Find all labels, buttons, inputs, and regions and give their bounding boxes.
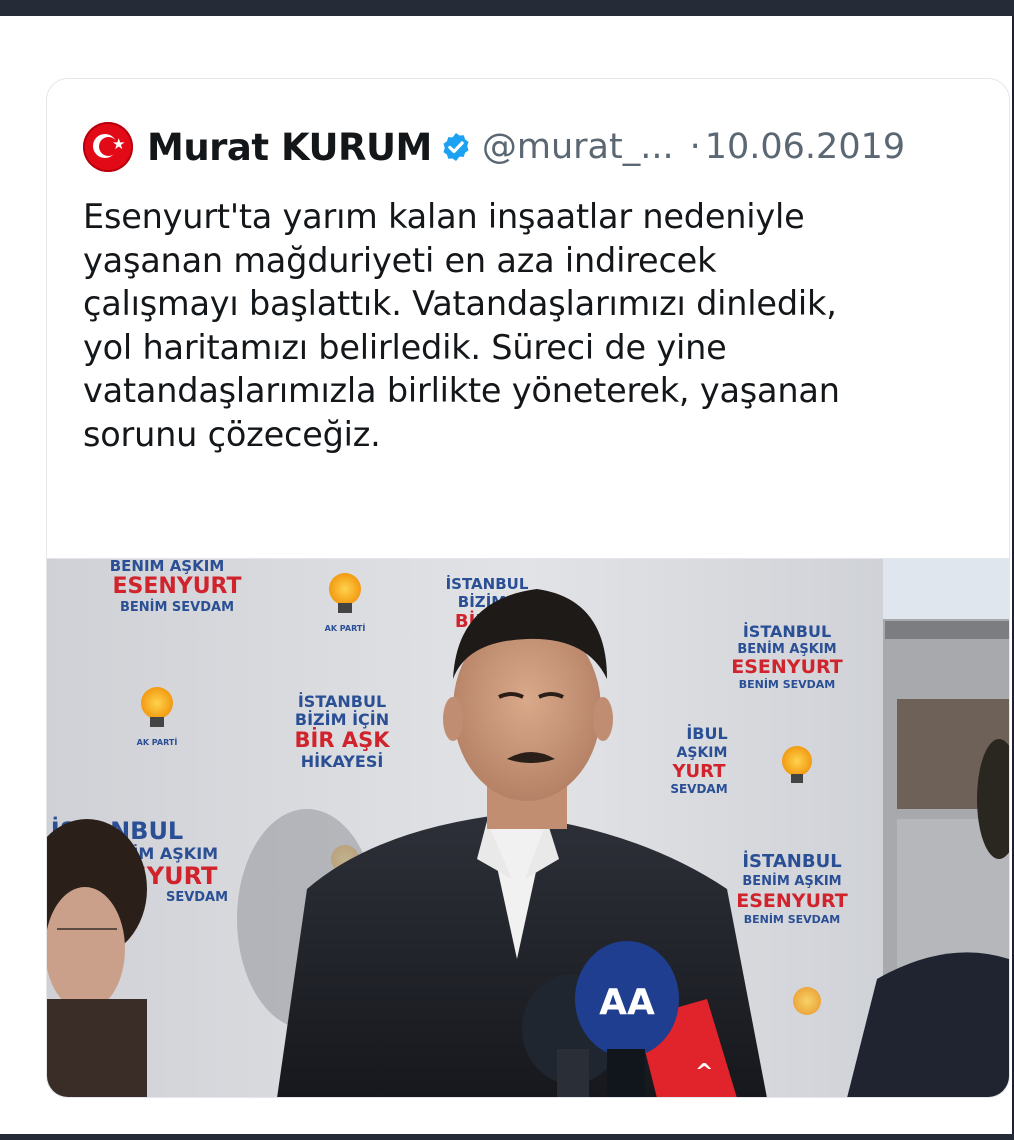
svg-text:BİZİM İÇİN: BİZİM İÇİN xyxy=(295,710,389,729)
svg-text:ESENYURT: ESENYURT xyxy=(112,574,241,599)
aa-logo-text: AA xyxy=(599,982,655,1023)
svg-text:BENİM AŞKIM: BENİM AŞKIM xyxy=(737,641,836,657)
separator-dot: · xyxy=(689,127,701,167)
tweet-text: Esenyurt'ta yarım kalan inşaatlar nedeni… xyxy=(83,197,840,454)
verified-badge-icon xyxy=(443,133,469,161)
turkish-flag-avatar-icon[interactable]: ★ xyxy=(83,122,133,172)
svg-text:İBUL: İBUL xyxy=(686,724,727,743)
svg-text:BİR AŞK: BİR AŞK xyxy=(295,727,391,752)
svg-text:AK PARTİ: AK PARTİ xyxy=(325,623,366,633)
svg-text:ESENYURT: ESENYURT xyxy=(731,656,843,678)
top-frame-bar xyxy=(0,0,1014,16)
svg-text:İSTANBUL: İSTANBUL xyxy=(742,850,841,872)
svg-text:BENİM AŞKIM: BENİM AŞKIM xyxy=(742,873,841,889)
svg-text:YURT: YURT xyxy=(672,761,727,782)
tweet-date[interactable]: 10.06.2019 xyxy=(705,127,905,167)
tweet-media-photo[interactable]: BENİM AŞKIM ESENYURT BENİM SEVDAM İSTANB… xyxy=(47,558,1009,1097)
svg-text:BENİM SEVDAM: BENİM SEVDAM xyxy=(739,677,836,691)
svg-text:SEVDAM: SEVDAM xyxy=(670,782,727,796)
bottom-frame-bar xyxy=(0,1134,1014,1140)
svg-text:AŞKIM: AŞKIM xyxy=(677,745,728,761)
author-name[interactable]: Murat KURUM xyxy=(147,126,432,169)
author-handle[interactable]: @murat_... xyxy=(482,127,674,167)
svg-text:AK PARTİ: AK PARTİ xyxy=(137,737,178,747)
tweet-card[interactable]: ★ Murat KURUM @murat_... · 10.06.2019 Es… xyxy=(46,78,1010,1098)
svg-text:BENİM AŞKIM: BENİM AŞKIM xyxy=(110,559,225,575)
svg-text:İSTANBUL: İSTANBUL xyxy=(298,692,386,711)
svg-text:SEVDAM: SEVDAM xyxy=(166,890,228,905)
tweet-header: ★ Murat KURUM @murat_... · 10.06.2019 xyxy=(83,119,989,175)
svg-text:BENİM SEVDAM: BENİM SEVDAM xyxy=(120,599,234,615)
svg-text:ESENYURT: ESENYURT xyxy=(736,890,848,912)
press-conference-photo: BENİM AŞKIM ESENYURT BENİM SEVDAM İSTANB… xyxy=(47,559,1009,1097)
svg-text:^: ^ xyxy=(695,1060,713,1085)
svg-text:İSTANBUL: İSTANBUL xyxy=(446,574,529,593)
svg-text:HİKAYESİ: HİKAYESİ xyxy=(301,752,384,771)
svg-text:BENİM SEVDAM: BENİM SEVDAM xyxy=(744,912,841,926)
svg-text:İSTANBUL: İSTANBUL xyxy=(743,622,831,641)
